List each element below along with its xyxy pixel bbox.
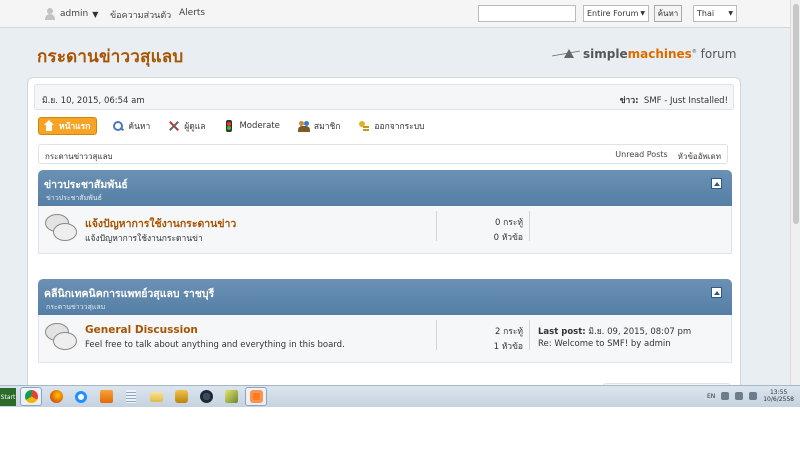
clock[interactable]: 13:55 10/6/2558 — [763, 389, 794, 403]
speech-bubbles-icon — [45, 214, 77, 242]
blank-area — [0, 407, 800, 450]
collapse-icon[interactable] — [711, 178, 722, 189]
upper-info-bar: มิ.ย. 10, 2015, 06:54 am ข่าว: SMF - Jus… — [34, 84, 734, 110]
unread-posts-link[interactable]: Unread Posts — [615, 150, 667, 163]
start-button[interactable]: Start — [0, 388, 16, 406]
last-post-subject-link[interactable]: Re: Welcome to SMF! by admin — [538, 339, 671, 349]
search-button[interactable]: ค้นหา — [654, 5, 682, 22]
notepad-icon[interactable] — [120, 387, 142, 406]
board-name[interactable]: แจ้งปัญหาการใช้งานกระดานข่าว — [85, 215, 236, 232]
scrollbar-thumb[interactable] — [793, 4, 799, 224]
category-subtitle: ข่าวประชาสัมพันธ์ — [46, 194, 102, 202]
search-scope-select[interactable]: Entire Forum ▼ — [583, 5, 649, 22]
dropdown-arrow-icon: ▼ — [728, 10, 733, 17]
ie-icon[interactable] — [70, 387, 92, 406]
board-row: แจ้งปัญหาการใช้งานกระดานข่าว แจ้งปัญหากา… — [38, 206, 732, 254]
system-tray: EN 13:55 10/6/2558 — [707, 389, 794, 403]
sketch-icon[interactable] — [220, 387, 242, 406]
board-name[interactable]: General Discussion — [85, 324, 198, 336]
search-input[interactable] — [478, 5, 576, 22]
personal-messages-link[interactable]: ข้อความส่วนตัว — [110, 8, 171, 22]
nav-links: Unread Posts หัวข้ออัพเดท — [615, 150, 721, 163]
current-date: มิ.ย. 10, 2015, 06:54 am — [42, 96, 145, 106]
smf-logo-text: simplemachines® forum — [583, 47, 737, 61]
menu-logout[interactable]: ออกจากระบบ — [355, 117, 427, 135]
post-count: 0 กระทู้ — [495, 218, 523, 228]
main-content: มิ.ย. 10, 2015, 06:54 am ข่าว: SMF - Jus… — [27, 77, 741, 385]
news-ticker: ข่าว: SMF - Just Installed! — [619, 96, 728, 106]
category-news: ข่าวประชาสัมพันธ์ ข่าวประชาสัมพันธ์ แจ้ง… — [38, 170, 732, 254]
language-selected: Thai — [697, 9, 715, 18]
menu-home[interactable]: หน้าแรก — [38, 117, 98, 135]
user-menu[interactable]: admin ▼ — [44, 6, 98, 22]
menu-search[interactable]: ค้นหา — [109, 117, 153, 135]
topic-count: 0 หัวข้อ — [493, 233, 523, 243]
taskbar-apps — [20, 387, 267, 406]
folder-icon[interactable] — [145, 387, 167, 406]
updated-topics-link[interactable]: หัวข้ออัพเดท — [678, 150, 721, 163]
tools-icon — [168, 120, 180, 132]
alerts-link[interactable]: Alerts — [179, 8, 205, 18]
main-menu: หน้าแรก ค้นหา ผู้ดูแล Moderate สมาชิก ออ… — [38, 117, 428, 135]
home-icon — [43, 120, 55, 132]
gimp-icon[interactable] — [170, 387, 192, 406]
page-scrollbar[interactable] — [790, 0, 800, 385]
category-title[interactable]: ข่าวประชาสัมพันธ์ — [44, 176, 128, 193]
browser-page: admin ▼ ข้อความส่วนตัว Alerts Entire For… — [0, 0, 790, 385]
post-count: 2 กระทู้ — [495, 327, 523, 337]
menu-members[interactable]: สมาชิก — [295, 117, 343, 135]
username: admin — [60, 9, 89, 19]
menu-admin[interactable]: ผู้ดูแล — [165, 117, 208, 135]
scope-selected: Entire Forum — [587, 9, 639, 18]
members-icon — [297, 120, 310, 132]
category-header: ข่าวประชาสัมพันธ์ ข่าวประชาสัมพันธ์ — [38, 170, 732, 206]
input-language[interactable]: EN — [707, 393, 715, 400]
flag-icon[interactable] — [749, 392, 758, 400]
collapse-icon[interactable] — [711, 287, 722, 298]
steam-icon[interactable] — [195, 387, 217, 406]
board-description: แจ้งปัญหาการใช้งานกระดานข่า — [85, 234, 203, 244]
category-title[interactable]: คลีนิกเทคนิคการแพทย์วสุแลบ ราชบุรี — [44, 285, 214, 302]
volume-icon[interactable] — [735, 392, 744, 400]
last-post-info: Last post: มิ.ย. 09, 2015, 08:07 pm — [538, 327, 692, 337]
user-icon — [44, 8, 56, 20]
navigate-bar: กระดานข่าววสุแลบ Unread Posts หัวข้ออัพเ… — [38, 144, 728, 164]
network-icon[interactable] — [721, 392, 730, 400]
smf-logo-mark-icon — [552, 47, 580, 61]
board-row: General Discussion Feel free to talk abo… — [38, 315, 732, 363]
windows-taskbar: Start EN 13:55 10/6/2558 — [0, 385, 800, 407]
top-bar: admin ▼ ข้อความส่วนตัว Alerts Entire For… — [0, 0, 790, 28]
category-header: คลีนิกเทคนิคการแพทย์วสุแลบ ราชบุรี กระดา… — [38, 279, 732, 315]
topic-count: 1 หัวข้อ — [493, 342, 523, 352]
breadcrumb[interactable]: กระดานข่าววสุแลบ — [45, 150, 113, 163]
category-clinic: คลีนิกเทคนิคการแพทย์วสุแลบ ราชบุรี กระดา… — [38, 279, 732, 363]
board-description: Feel free to talk about anything and eve… — [85, 340, 345, 350]
board-stats: 2 กระทู้ 1 หัวข้อ — [436, 320, 530, 352]
traffic-light-icon — [223, 120, 235, 132]
screen: admin ▼ ข้อความส่วนตัว Alerts Entire For… — [0, 0, 800, 450]
menu-moderate[interactable]: Moderate — [220, 117, 282, 135]
category-subtitle: กระดานข่าววสุแลบ — [46, 303, 106, 311]
caret-down-icon: ▼ — [92, 9, 99, 19]
chrome-icon[interactable] — [20, 387, 42, 406]
key-icon — [358, 120, 370, 132]
media-player-icon[interactable] — [95, 387, 117, 406]
language-select[interactable]: Thai ▼ — [693, 5, 737, 22]
forum-title[interactable]: กระดานข่าววสุแลบ — [37, 43, 183, 70]
smf-logo[interactable]: simplemachines® forum — [552, 47, 736, 61]
board-stats: 0 กระทู้ 0 หัวข้อ — [436, 211, 530, 243]
firefox-icon[interactable] — [45, 387, 67, 406]
search-icon — [112, 120, 124, 132]
speech-bubbles-icon — [45, 323, 77, 351]
xampp-icon[interactable] — [245, 387, 267, 406]
dropdown-arrow-icon: ▼ — [640, 10, 645, 17]
